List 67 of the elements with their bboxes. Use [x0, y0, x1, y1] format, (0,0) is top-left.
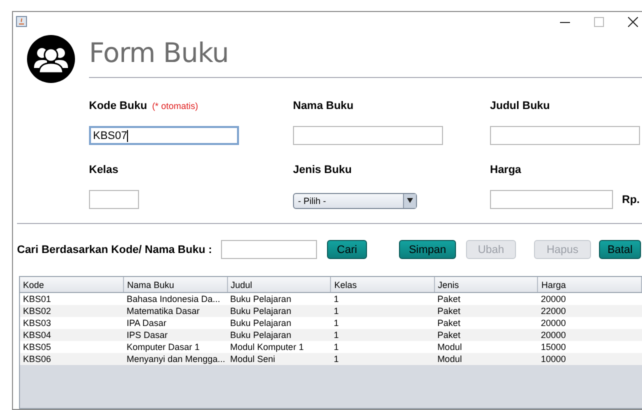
action-button[interactable]: Batal	[599, 240, 641, 259]
form-title: Form Buku	[89, 37, 230, 71]
search-label: Cari Berdasarkan Kode/ Nama Buku :	[17, 244, 214, 256]
text-field[interactable]	[490, 190, 613, 209]
table-cell: 1	[330, 329, 434, 341]
table-cell: 1	[330, 292, 434, 305]
text-field[interactable]	[89, 190, 139, 209]
field-label: Judul Buku	[490, 100, 550, 112]
field-label: Harga	[490, 164, 522, 176]
search-field[interactable]	[221, 240, 317, 259]
table-cell: 15000	[538, 341, 642, 353]
table-cell: Matematika Dasar	[124, 305, 228, 317]
table-cell: Buku Pelajaran	[227, 329, 331, 341]
field-label: Nama Buku	[293, 100, 354, 112]
table-cell: 20000	[538, 329, 642, 341]
field-label: Jenis Buku	[293, 164, 352, 176]
table-cell: KBS02	[20, 305, 124, 317]
table-cell: IPA Dasar	[124, 317, 228, 329]
caret-icon	[407, 198, 413, 203]
column-header[interactable]: Nama Buku	[124, 277, 228, 292]
text-field[interactable]	[293, 126, 443, 145]
close-icon[interactable]	[628, 16, 638, 26]
column-header[interactable]: Kode	[20, 277, 124, 292]
table-cell: Komputer Dasar 1	[124, 341, 228, 353]
table-cell: KBS03	[20, 317, 124, 329]
table-cell: 1	[330, 341, 434, 353]
column-header[interactable]: Judul	[227, 277, 331, 292]
table-cell: Modul	[434, 353, 538, 365]
table-cell: Menyanyi dan Mengga...	[124, 353, 228, 365]
table-cell: 1	[330, 305, 434, 317]
table-cell: KBS05	[20, 341, 124, 353]
table-cell: 1	[330, 353, 434, 365]
table-cell: Buku Pelajaran	[227, 292, 331, 305]
action-button[interactable]: Simpan	[399, 240, 456, 259]
table-cell: 22000	[538, 305, 642, 317]
field-note: (* otomatis)	[152, 101, 198, 111]
table-cell: Buku Pelajaran	[227, 317, 331, 329]
table-cell: 20000	[538, 292, 642, 305]
table-cell: Paket	[434, 329, 538, 341]
table-cell: Bahasa Indonesia Da...	[124, 292, 228, 305]
table-cell: 1	[330, 317, 434, 329]
table-cell: Modul Seni	[227, 353, 331, 365]
dropdown[interactable]: - Pilih -	[293, 192, 417, 208]
text-field[interactable]: KBS07	[89, 126, 239, 145]
field-label: Kelas	[89, 164, 118, 176]
maximize-icon[interactable]	[594, 16, 604, 26]
table-cell: Paket	[434, 305, 538, 317]
table-cell: KBS01	[20, 292, 124, 305]
field-label: Kode Buku	[89, 100, 148, 112]
table-cell: Paket	[434, 292, 538, 305]
column-header[interactable]: Jenis	[434, 277, 538, 292]
column-header[interactable]: Harga	[538, 277, 642, 292]
text-field[interactable]	[490, 126, 640, 145]
table-cell: Paket	[434, 317, 538, 329]
table-cell: Modul Komputer 1	[227, 341, 331, 353]
table-cell: Modul	[434, 341, 538, 353]
app-icon	[16, 16, 27, 27]
table-cell: Buku Pelajaran	[227, 305, 331, 317]
table-cell: KBS04	[20, 329, 124, 341]
table-cell: IPS Dasar	[124, 329, 228, 341]
currency-label: Rp.	[622, 194, 640, 206]
user-group-icon	[27, 35, 75, 83]
column-header[interactable]: Kelas	[330, 277, 434, 292]
table-cell: 10000	[538, 353, 642, 365]
table-cell: KBS06	[20, 353, 124, 365]
table-cell: 20000	[538, 317, 642, 329]
action-button[interactable]: Cari	[327, 240, 367, 259]
